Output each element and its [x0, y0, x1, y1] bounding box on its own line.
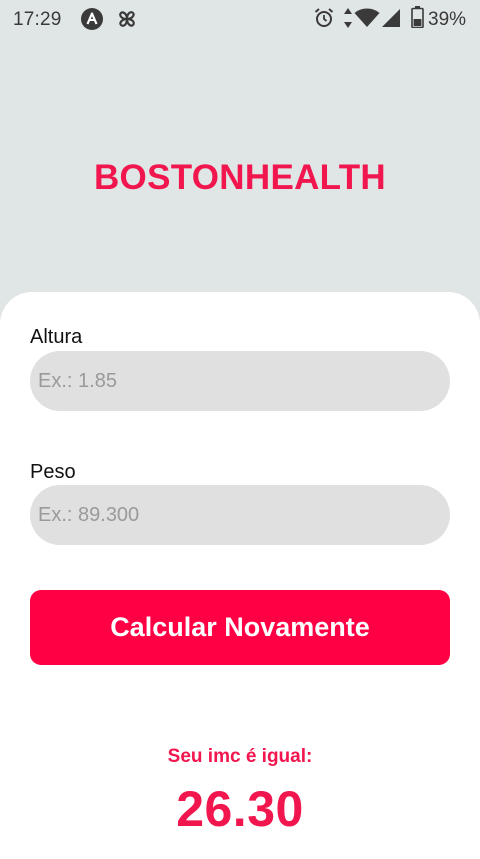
app-title: BOSTONHEALTH — [93, 158, 387, 197]
result-caption: Seu imc é igual: — [167, 746, 313, 767]
wifi-icon — [354, 8, 380, 27]
status-bar: 17:29 39% — [0, 0, 480, 38]
pinwheel-icon — [119, 11, 135, 27]
signal-icon — [382, 9, 400, 27]
weight-label: Peso — [30, 461, 76, 483]
battery-percentage: 39% — [428, 9, 467, 30]
app-header: BOSTONHEALTH — [0, 38, 480, 292]
battery-icon — [411, 6, 424, 28]
recalculate-button[interactable]: Calcular Novamente — [30, 590, 450, 665]
status-time: 17:29 — [13, 9, 62, 30]
bmi-form-card: Altura Peso Calcular Novamente Seu imc é… — [0, 292, 480, 859]
app-a-icon — [81, 8, 103, 30]
data-arrows-icon — [344, 8, 352, 28]
height-input[interactable] — [30, 351, 450, 411]
height-label: Altura — [30, 326, 83, 348]
weight-input[interactable] — [30, 485, 450, 545]
alarm-icon — [314, 8, 334, 27]
bmi-result-value: 26.30 — [176, 781, 304, 837]
